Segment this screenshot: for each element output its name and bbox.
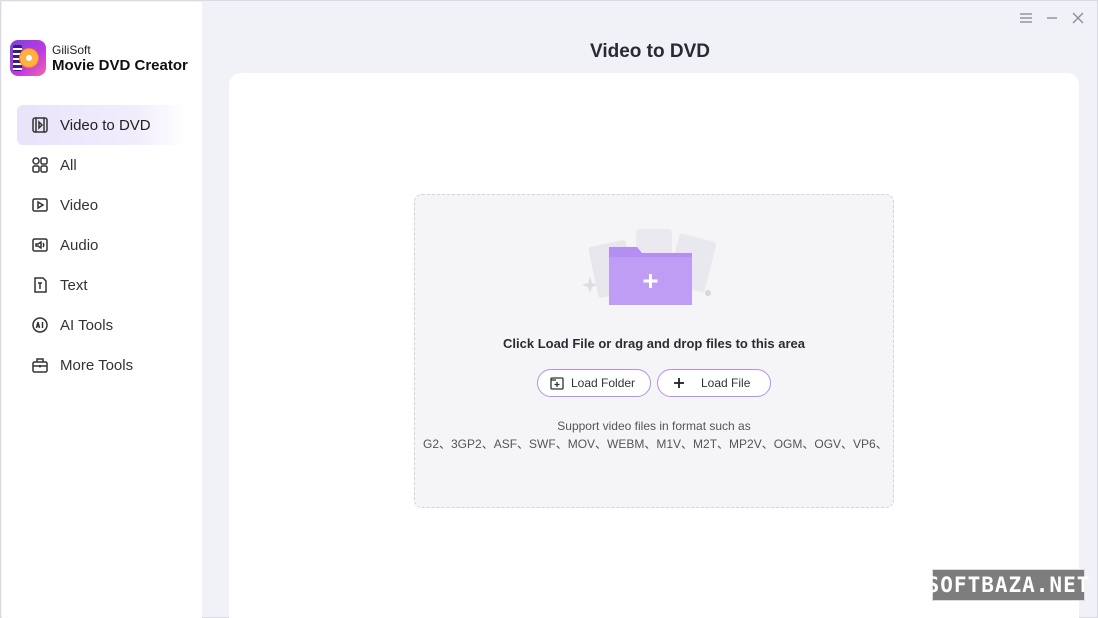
film-icon [30, 115, 50, 135]
close-button[interactable] [1071, 10, 1085, 26]
sidebar-nav: Video to DVD All Video Audio Text AI Too… [17, 105, 187, 385]
audio-icon [30, 235, 50, 255]
close-icon [1072, 12, 1084, 24]
support-text: Support video files in format such as [557, 419, 751, 433]
sidebar-item-label: Text [60, 276, 88, 294]
sidebar-item-label: More Tools [60, 356, 134, 374]
sidebar-item-label: Video [60, 196, 99, 214]
add-folder-illustration [582, 229, 717, 305]
sidebar: GiliSoft Movie DVD Creator Video to DVD … [2, 2, 202, 618]
sidebar-item-more-tools[interactable]: More Tools [17, 345, 187, 385]
app-logo [10, 40, 46, 76]
load-folder-label: Load Folder [571, 376, 636, 390]
load-file-button[interactable]: Load File [657, 369, 771, 397]
minimize-button[interactable] [1045, 10, 1059, 26]
sidebar-item-label: All [60, 156, 77, 174]
sidebar-item-audio[interactable]: Audio [17, 225, 187, 265]
sidebar-item-all[interactable]: All [17, 145, 187, 185]
plus-icon [674, 378, 684, 388]
sidebar-item-label: Video to DVD [60, 116, 151, 134]
grid-icon [30, 155, 50, 175]
text-icon [30, 275, 50, 295]
load-file-label: Load File [701, 376, 751, 390]
sidebar-item-ai-tools[interactable]: AI Tools [17, 305, 187, 345]
app-window: GiliSoft Movie DVD Creator Video to DVD … [0, 0, 1098, 618]
sidebar-item-video-to-dvd[interactable]: Video to DVD [17, 105, 187, 145]
drop-zone[interactable]: Click Load File or drag and drop files t… [414, 194, 894, 508]
sidebar-item-label: AI Tools [60, 316, 114, 334]
video-icon [30, 195, 50, 215]
menu-button[interactable] [1019, 10, 1033, 26]
format-list: G2、3GP2、ASF、SWF、MOV、WEBM、M1V、M2T、MP2V、OG… [423, 437, 883, 451]
brand-company: GiliSoft [52, 43, 91, 57]
watermark: SOFTBAZA.NET [927, 569, 1089, 601]
load-buttons: Load Folder Load File [415, 369, 893, 397]
brand: GiliSoft Movie DVD Creator [10, 40, 188, 76]
load-folder-button[interactable]: Load Folder [537, 369, 651, 397]
sidebar-item-label: Audio [60, 236, 99, 254]
window-controls [1019, 10, 1085, 26]
minimize-icon [1047, 17, 1057, 19]
toolbox-icon [30, 355, 50, 375]
main-panel: Click Load File or drag and drop files t… [229, 73, 1079, 618]
sidebar-item-video[interactable]: Video [17, 185, 187, 225]
folder-add-icon [550, 377, 564, 390]
drop-hint: Click Load File or drag and drop files t… [503, 336, 805, 351]
hamburger-icon [1020, 13, 1032, 23]
sidebar-item-text[interactable]: Text [17, 265, 187, 305]
page-title: Video to DVD [590, 41, 710, 62]
ai-icon [30, 315, 50, 335]
brand-product: Movie DVD Creator [52, 57, 188, 74]
